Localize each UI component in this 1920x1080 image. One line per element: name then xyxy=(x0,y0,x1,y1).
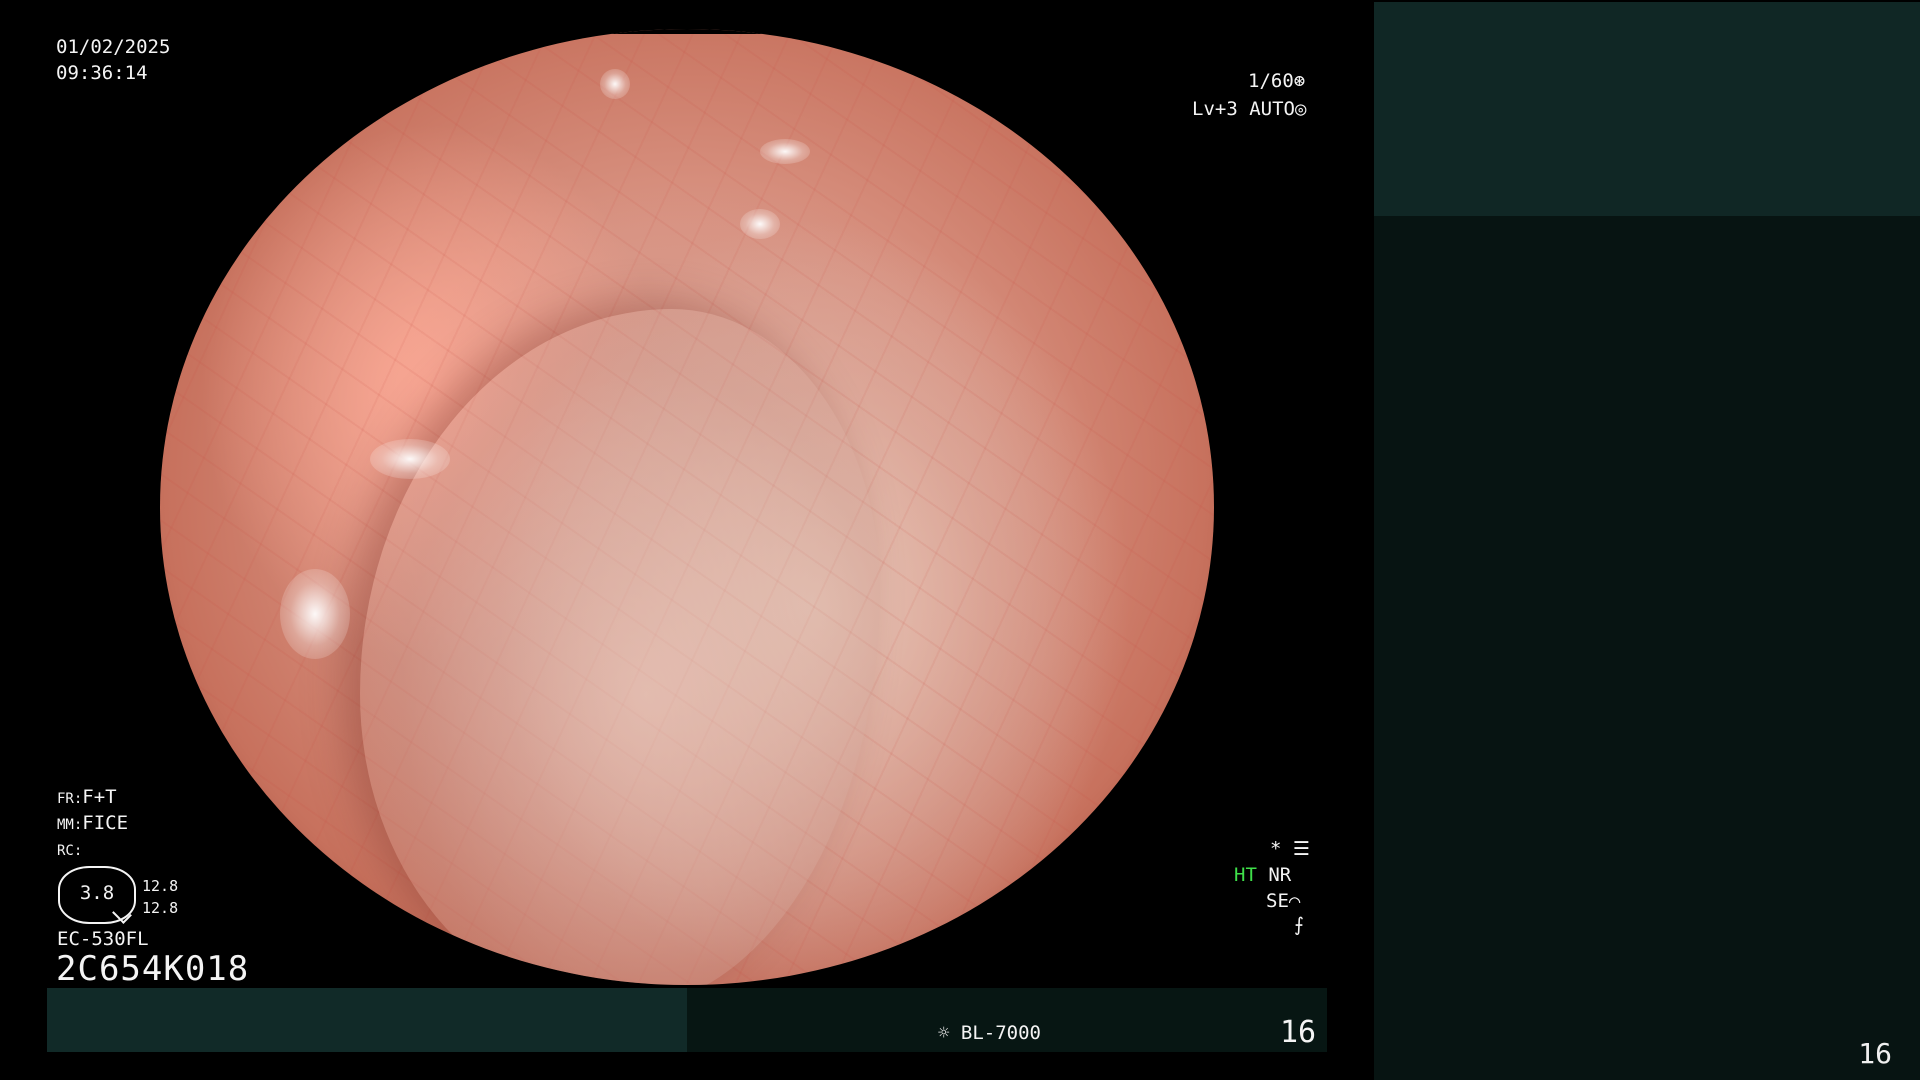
light-reflection xyxy=(740,209,780,239)
light-source-readout: ☼ BL-7000 xyxy=(938,1020,1041,1046)
curve-icon: ⌒ xyxy=(1288,890,1301,912)
rc-label: RC: xyxy=(57,843,83,859)
ht-label: HT xyxy=(1234,864,1257,886)
zoom-notch-icon xyxy=(112,904,132,924)
fr-readout: FR:F+T xyxy=(57,784,117,812)
iris-readout: Lv+3 AUTO◎ xyxy=(1192,96,1306,122)
ht-nr-status: HT NR xyxy=(1234,862,1291,888)
time-label: 09:36:14 xyxy=(56,62,148,84)
aperture-icon: ⊛ xyxy=(1293,70,1306,92)
se-status: SE⌒ xyxy=(1266,888,1300,914)
page-number: 16 xyxy=(1858,1037,1892,1070)
mm-label: MM: xyxy=(57,817,83,833)
star-mark: * xyxy=(1270,838,1282,860)
bottom-bar-teal xyxy=(47,988,687,1052)
zoom-indicator: 3.8 xyxy=(58,866,136,924)
menu-icon: ☰ xyxy=(1292,838,1310,860)
side-panel-top xyxy=(1374,2,1920,216)
endoscopic-image xyxy=(160,29,1214,985)
frame-number: 16 xyxy=(1280,1015,1317,1050)
light-reflection xyxy=(370,439,450,479)
mm-readout: MM:FICE xyxy=(57,810,128,838)
rc-readout: RC: xyxy=(57,836,82,864)
se-label: SE xyxy=(1266,890,1289,912)
endoscope-view: 01/02/2025 09:36:14 1/60⊛ Lv+3 AUTO◎ FR:… xyxy=(0,0,1370,1080)
light-reflection xyxy=(600,69,630,99)
zoom-readout-a: 12.8 xyxy=(142,877,179,895)
sun-icon: ☼ xyxy=(938,1022,950,1044)
date-label: 01/02/2025 xyxy=(56,36,171,58)
iris-level: Lv+3 xyxy=(1192,98,1238,120)
side-panel-bottom: 16 xyxy=(1374,216,1920,1080)
zoom-readout-b: 12.8 xyxy=(142,899,179,917)
fr-label: FR: xyxy=(57,791,83,807)
shutter-readout: 1/60⊛ xyxy=(1248,68,1305,94)
iris-icon: ◎ xyxy=(1294,98,1307,120)
nr-label: NR xyxy=(1268,864,1292,886)
zoom-value: 3.8 xyxy=(79,882,115,904)
light-source-label: BL-7000 xyxy=(960,1022,1041,1044)
light-reflection xyxy=(760,139,810,164)
scope-serial: 2C654K018 xyxy=(56,949,250,989)
light-reflection xyxy=(280,569,350,659)
f-stroke-icon: ⨍ xyxy=(1294,914,1304,936)
mm-value: FICE xyxy=(82,812,129,834)
endoscopy-screen: 01/02/2025 09:36:14 1/60⊛ Lv+3 AUTO◎ FR:… xyxy=(0,0,1920,1080)
iris-mode: AUTO xyxy=(1249,98,1295,120)
star-status: * ☰ xyxy=(1270,836,1310,862)
fr-value: F+T xyxy=(82,786,117,808)
shutter-value: 1/60 xyxy=(1248,70,1294,92)
